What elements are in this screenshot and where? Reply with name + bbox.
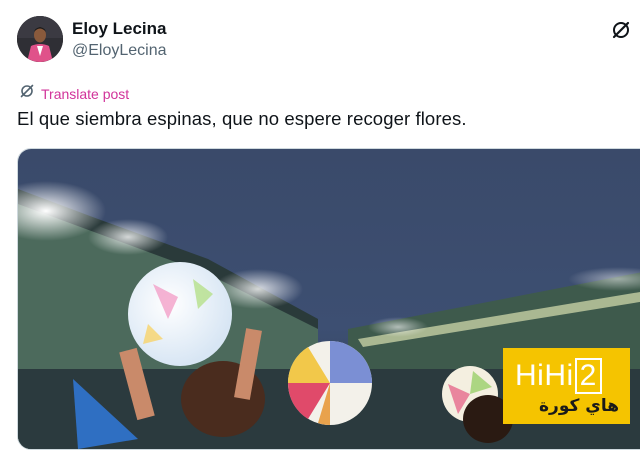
watermark-box: 2 xyxy=(574,358,602,394)
avatar-image xyxy=(17,16,63,62)
watermark-logo: HiHi 2 هاي كورة xyxy=(503,348,630,424)
post-text: El que siembra espinas, que no espere re… xyxy=(17,108,467,129)
translate-post-button[interactable]: Translate post xyxy=(19,83,129,104)
watermark-text: HiHi xyxy=(515,359,574,392)
author-name[interactable]: Eloy Lecina xyxy=(72,19,166,39)
grok-translate-icon xyxy=(19,83,35,104)
grok-icon[interactable] xyxy=(610,19,632,41)
author-handle[interactable]: @EloyLecina xyxy=(72,42,167,60)
avatar[interactable] xyxy=(17,16,63,62)
translate-post-label: Translate post xyxy=(41,85,130,102)
watermark-sub: هاي كورة xyxy=(539,396,620,416)
